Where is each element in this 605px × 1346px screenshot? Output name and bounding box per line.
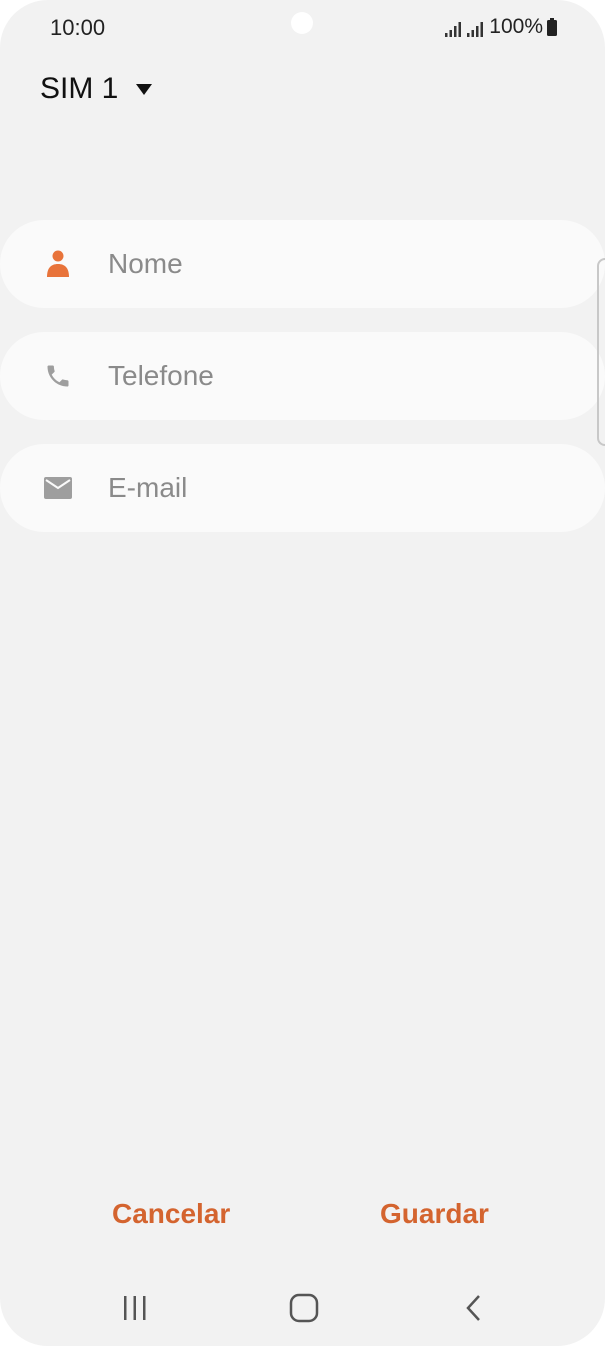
status-bar: 10:00 100% — [0, 0, 605, 56]
person-icon — [44, 250, 72, 278]
name-input[interactable] — [108, 220, 548, 308]
back-icon[interactable] — [456, 1290, 492, 1326]
email-input[interactable] — [108, 444, 548, 532]
sim-selector-dropdown[interactable]: SIM 1 — [40, 72, 153, 106]
status-indicators: 100% — [445, 15, 557, 39]
phone-icon — [44, 362, 72, 390]
cancel-button[interactable]: Cancelar — [112, 1198, 230, 1230]
name-field[interactable] — [0, 220, 605, 308]
status-time: 10:00 — [50, 15, 106, 40]
navigation-bar — [0, 1280, 605, 1336]
mail-icon — [44, 474, 72, 502]
phone-screen: 10:00 100% SIM 1 Nome Telefone E-mail Ca… — [0, 0, 605, 1346]
home-icon[interactable] — [286, 1290, 322, 1326]
battery-text: 100% — [489, 15, 543, 38]
caret-down-icon — [136, 83, 153, 95]
battery-icon — [547, 18, 557, 36]
phone-input[interactable] — [108, 332, 548, 420]
signal-icon — [445, 19, 463, 37]
signal-icon — [467, 19, 485, 37]
sim-selector-label: SIM 1 — [40, 72, 119, 105]
email-field[interactable] — [0, 444, 605, 532]
phone-field[interactable] — [0, 332, 605, 420]
save-button[interactable]: Guardar — [380, 1198, 489, 1230]
scroll-indicator — [597, 258, 605, 446]
camera-cutout — [291, 12, 313, 34]
recents-icon[interactable] — [117, 1290, 153, 1326]
